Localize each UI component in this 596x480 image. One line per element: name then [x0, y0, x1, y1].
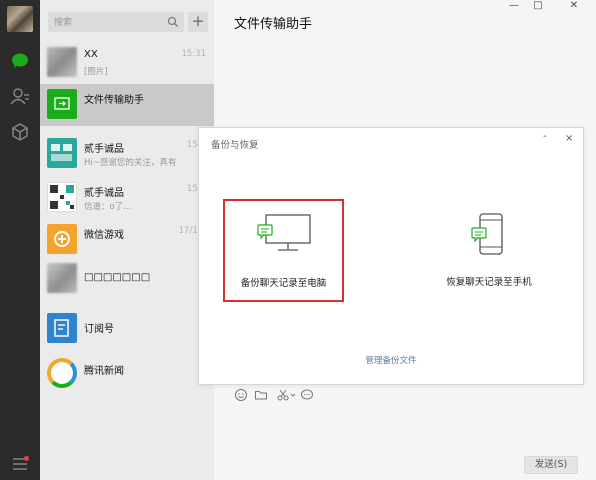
chat-preview: Hi~感谢您的关注，真有... [84, 158, 176, 168]
avatar [47, 47, 77, 77]
window-close-button[interactable]: ✕ [564, 0, 584, 12]
add-button[interactable]: + [188, 12, 208, 32]
window-maximize-button[interactable]: □ [528, 0, 548, 12]
dialog-minimize-button[interactable]: - [543, 131, 547, 142]
restore-label: 恢复聊天记录至手机 [446, 277, 532, 288]
chat-item[interactable]: 腾讯新闻 [40, 353, 214, 395]
monitor-icon [256, 214, 311, 251]
search-placeholder: 搜索 [54, 18, 73, 28]
file-transfer-icon [47, 89, 77, 119]
chat-name: XX [84, 49, 98, 60]
chat-item[interactable]: 贰手诚品 信道：o了... 15:0 [40, 177, 214, 219]
news-icon [47, 358, 77, 388]
dialog-close-button[interactable]: × [565, 133, 573, 144]
chat-preview: [图片] [84, 67, 108, 77]
chat-item[interactable]: XX [图片] 15:31 [40, 42, 214, 84]
chat-time: 15:31 [181, 49, 207, 59]
chat-name: 文件传输助手 [84, 95, 144, 106]
user-avatar[interactable] [7, 6, 33, 32]
scissors-icon[interactable] [276, 388, 290, 402]
notification-dot [24, 456, 29, 461]
avatar [47, 263, 77, 293]
search-input[interactable]: 搜索 [48, 12, 184, 32]
window-minimize-button[interactable]: — [504, 0, 524, 12]
chat-history-icon[interactable] [300, 388, 314, 402]
subscription-icon [47, 313, 77, 343]
send-button[interactable]: 发送(S) [524, 456, 578, 474]
chat-item[interactable]: □□□□□□□ [40, 258, 214, 300]
chat-name: 贰手诚品 [84, 188, 124, 199]
chat-item[interactable]: 贰手诚品 Hi~感谢您的关注，真有... 15:0 [40, 133, 214, 175]
chat-item[interactable]: 微信游戏 17/12/ [40, 219, 214, 261]
dialog-title: 备份与恢复 [211, 140, 259, 151]
folder-icon[interactable] [254, 388, 268, 402]
restore-to-phone-option[interactable]: 恢复聊天记录至手机 [419, 200, 559, 300]
chevron-down-icon[interactable] [290, 388, 296, 402]
backup-to-pc-option[interactable]: 备份聊天记录至电脑 [223, 199, 344, 302]
phone-icon [471, 213, 503, 255]
manage-backup-link[interactable]: 管理备份文件 [199, 354, 583, 366]
page-title: 文件传输助手 [234, 17, 313, 32]
favorites-icon[interactable] [9, 121, 31, 143]
search-icon[interactable] [167, 16, 179, 28]
nav-rail [0, 0, 40, 480]
contacts-icon[interactable] [9, 86, 31, 108]
chat-name: 腾讯新闻 [84, 366, 124, 377]
backup-label: 备份聊天记录至电脑 [240, 278, 327, 289]
chat-name: 订阅号 [84, 324, 114, 335]
chat-item[interactable]: 订阅号 [40, 308, 214, 350]
avatar [47, 138, 77, 168]
chat-list: 搜索 + XX [图片] 15:31 文件传输助手 贰手诚品 Hi~感谢您的关注… [40, 0, 214, 480]
backup-restore-dialog: 备份与恢复 - × 备份聊天记录至电脑 恢复聊天记录至手机 管理备份文件 [198, 127, 584, 385]
emoji-icon[interactable] [234, 388, 248, 402]
chat-name: 微信游戏 [84, 230, 124, 241]
chat-icon[interactable] [9, 50, 31, 72]
chat-preview: 信道：o了... [84, 202, 132, 212]
game-icon [47, 224, 77, 254]
qr-avatar [47, 182, 77, 212]
chat-name: 贰手诚品 [84, 144, 124, 155]
chat-item-file-transfer[interactable]: 文件传输助手 [40, 84, 214, 126]
chat-name: □□□□□□□ [84, 272, 151, 283]
